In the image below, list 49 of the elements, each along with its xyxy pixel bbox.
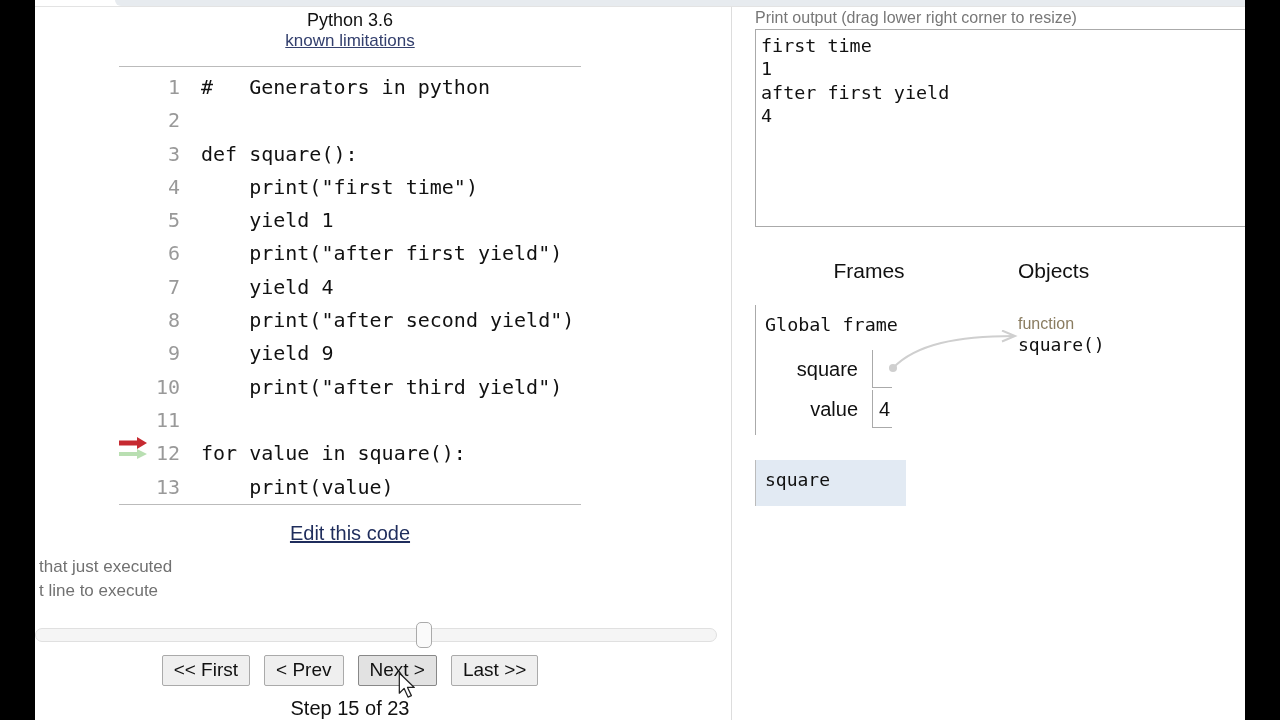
- line-number: 6: [166, 240, 180, 268]
- navigation-button[interactable]: Last >>: [450, 654, 539, 686]
- code-line: yield 9: [248, 340, 334, 368]
- output-line: first time: [761, 34, 872, 58]
- navigation-button[interactable]: Next >: [357, 654, 437, 686]
- python-version-label: Python 3.6: [305, 10, 395, 30]
- code-line: yield 1: [248, 207, 334, 235]
- frames-heading: Frames: [832, 258, 906, 284]
- line-number: 5: [166, 207, 180, 235]
- step-counter: Step 15 of 23: [289, 695, 411, 720]
- code-line: def square():: [201, 140, 358, 168]
- slider-handle[interactable]: [415, 621, 432, 648]
- object-type-label: function: [1018, 314, 1076, 334]
- line-number: 2: [166, 107, 180, 135]
- code-line: print(value): [248, 473, 394, 501]
- code-line: print("first time"): [248, 173, 478, 201]
- line-number: 10: [154, 373, 180, 401]
- line-number: 1: [166, 74, 180, 101]
- code-line: print("after third yield"): [248, 373, 563, 401]
- print-output-label: Print output (drag lower right corner to resize): [755, 9, 1077, 27]
- navigation-button[interactable]: < Prev: [264, 654, 344, 686]
- function-name: square(): [1018, 334, 1105, 356]
- line-number: 9: [166, 340, 180, 368]
- code-line: # Generators in python: [201, 74, 490, 101]
- objects-heading: Objects: [1018, 258, 1091, 284]
- line-number: 12: [154, 440, 180, 468]
- line-number: 8: [166, 307, 180, 335]
- edit-code-link[interactable]: Edit this code: [289, 521, 411, 544]
- variable-value: 4: [872, 390, 892, 428]
- navigation-button[interactable]: << First: [161, 654, 251, 686]
- code-line: yield 4: [248, 273, 334, 301]
- line-number: 3: [166, 140, 180, 168]
- output-line: 1: [761, 57, 773, 81]
- code-line: print("after first yield"): [248, 240, 563, 268]
- legend-text: that just executed: [39, 555, 173, 578]
- variable-name: value: [809, 397, 858, 422]
- line-number: 11: [154, 406, 180, 434]
- stack-frame: square: [755, 460, 906, 506]
- frame-title: Global frame: [764, 313, 898, 337]
- line-number: 7: [166, 273, 180, 301]
- code-line: for value in square():: [201, 440, 466, 468]
- known-limitations-link[interactable]: known limitations: [285, 31, 415, 50]
- code-line: print("after second yield"): [248, 307, 575, 335]
- output-line: 4: [761, 103, 773, 128]
- output-line: after first yield: [761, 80, 950, 104]
- line-number: 13: [154, 473, 180, 501]
- legend-text: t line to execute: [39, 579, 159, 602]
- line-number: 4: [166, 173, 180, 201]
- variable-name: square: [795, 357, 858, 382]
